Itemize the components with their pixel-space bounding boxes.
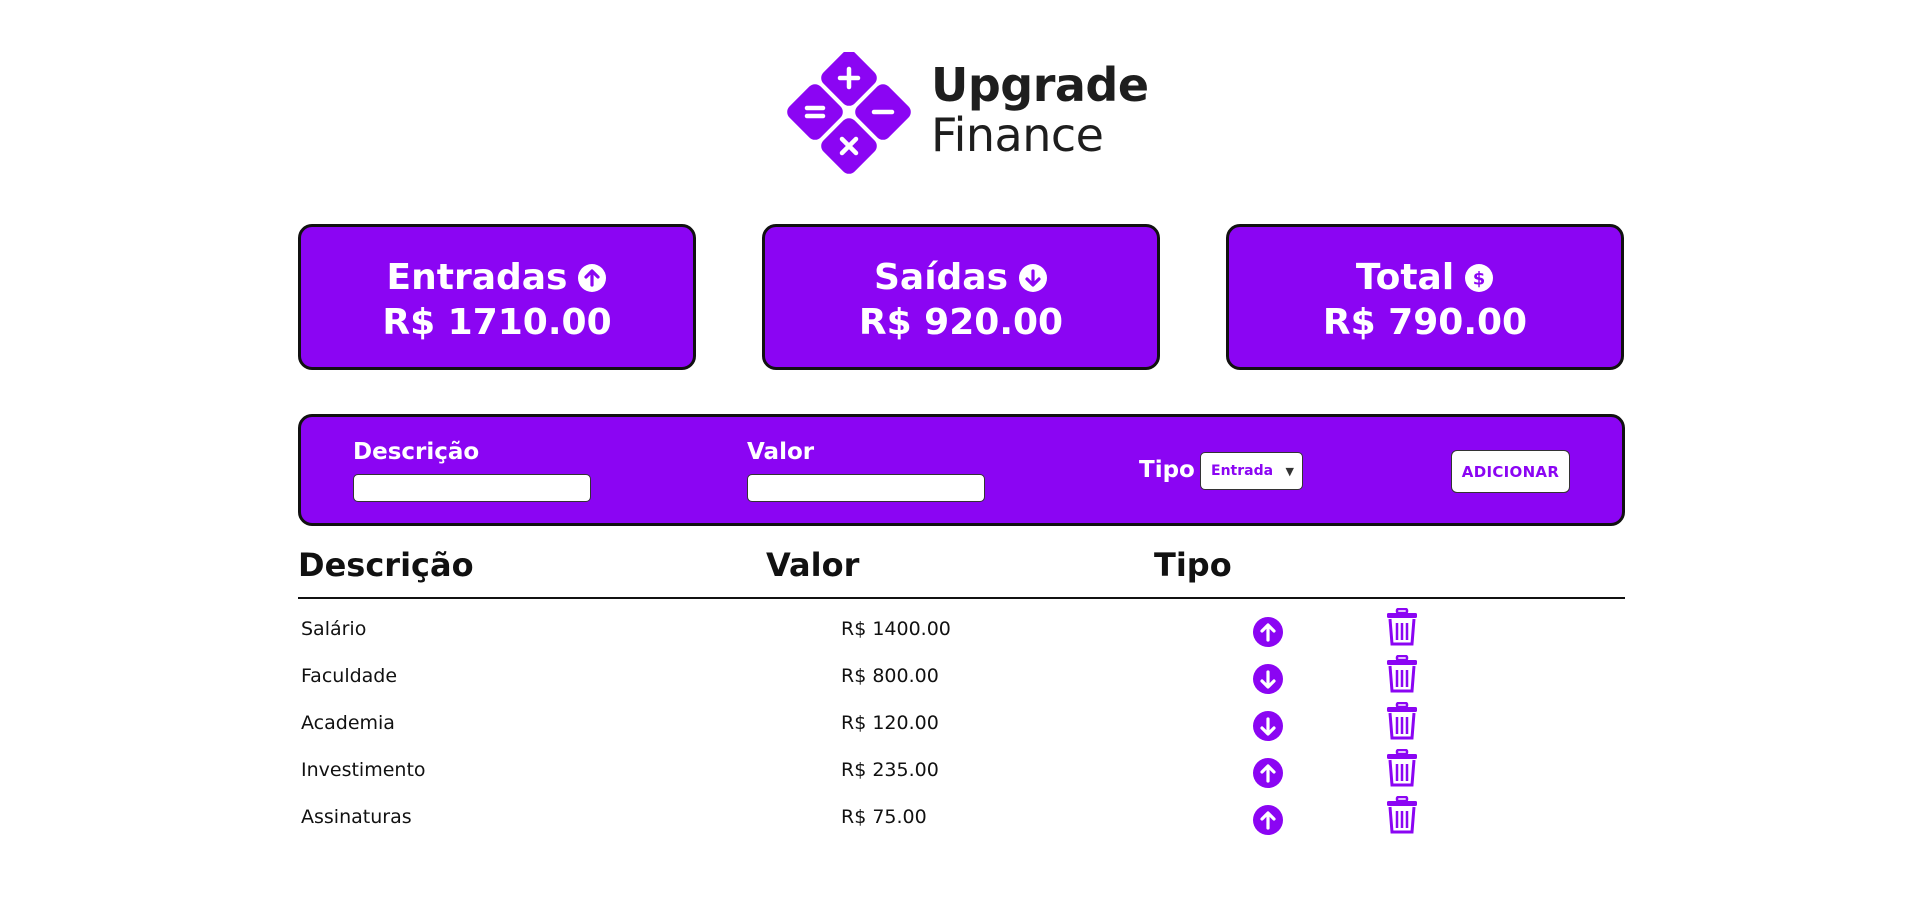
- trash-icon[interactable]: [1386, 796, 1418, 834]
- brand-name-line2: Finance: [931, 108, 1104, 162]
- card-saidas: Saídas R$ 920.00: [762, 224, 1160, 370]
- card-entradas-title: Entradas: [386, 257, 568, 298]
- app-logo: Upgrade Finance: [785, 52, 1149, 192]
- arrow-down-circle-icon: [1019, 263, 1048, 292]
- type-select-value: Entrada: [1211, 463, 1274, 479]
- card-saidas-amount: R$ 920.00: [858, 302, 1064, 343]
- row-description: Salário: [301, 618, 367, 640]
- value-input[interactable]: [747, 474, 985, 502]
- row-value: R$ 75.00: [841, 806, 927, 828]
- trash-icon[interactable]: [1386, 702, 1418, 740]
- table-row: Academia R$ 120.00: [298, 700, 1625, 747]
- arrow-up-circle-icon: [1253, 758, 1283, 788]
- brand-name-line1: Upgrade: [931, 58, 1149, 112]
- arrow-up-circle-icon: [578, 263, 607, 292]
- table-row: Faculdade R$ 800.00: [298, 653, 1625, 700]
- card-total-amount: R$ 790.00: [1322, 302, 1528, 343]
- card-total-title: Total: [1355, 257, 1455, 298]
- description-label: Descrição: [353, 439, 480, 465]
- type-label: Tipo: [1139, 457, 1195, 483]
- description-input[interactable]: [353, 474, 591, 502]
- card-entradas: Entradas R$ 1710.00: [298, 224, 696, 370]
- type-select[interactable]: Entrada ▼: [1200, 452, 1303, 490]
- table-row: Salário R$ 1400.00: [298, 606, 1625, 653]
- calculator-logo-icon: [787, 52, 911, 174]
- card-entradas-amount: R$ 1710.00: [382, 302, 612, 343]
- row-value: R$ 800.00: [841, 665, 939, 687]
- table-header-type: Tipo: [1154, 546, 1232, 584]
- arrow-up-circle-icon: [1253, 805, 1283, 835]
- table-row: Assinaturas R$ 75.00: [298, 794, 1625, 841]
- transaction-form: Descrição Valor Tipo Entrada ▼ ADICIONAR: [298, 414, 1625, 526]
- card-saidas-title: Saídas: [873, 257, 1009, 298]
- row-description: Academia: [301, 712, 395, 734]
- trash-icon[interactable]: [1386, 749, 1418, 787]
- row-value: R$ 1400.00: [841, 618, 951, 640]
- chevron-down-icon: ▼: [1285, 465, 1294, 478]
- table-header-description: Descrição: [298, 546, 474, 584]
- add-button[interactable]: ADICIONAR: [1451, 450, 1570, 493]
- card-total: Total $ R$ 790.00: [1226, 224, 1624, 370]
- row-description: Assinaturas: [301, 806, 412, 828]
- value-label: Valor: [747, 439, 815, 465]
- table-row: Investimento R$ 235.00: [298, 747, 1625, 794]
- arrow-up-circle-icon: [1253, 617, 1283, 647]
- svg-text:$: $: [1473, 268, 1486, 289]
- table-header-value: Valor: [766, 546, 860, 584]
- arrow-down-circle-icon: [1253, 664, 1283, 694]
- row-value: R$ 235.00: [841, 759, 939, 781]
- trash-icon[interactable]: [1386, 655, 1418, 693]
- trash-icon[interactable]: [1386, 608, 1418, 646]
- table-divider: [298, 597, 1625, 599]
- row-value: R$ 120.00: [841, 712, 939, 734]
- row-description: Faculdade: [301, 665, 398, 687]
- dollar-circle-icon: $: [1465, 263, 1494, 292]
- row-description: Investimento: [301, 759, 426, 781]
- arrow-down-circle-icon: [1253, 711, 1283, 741]
